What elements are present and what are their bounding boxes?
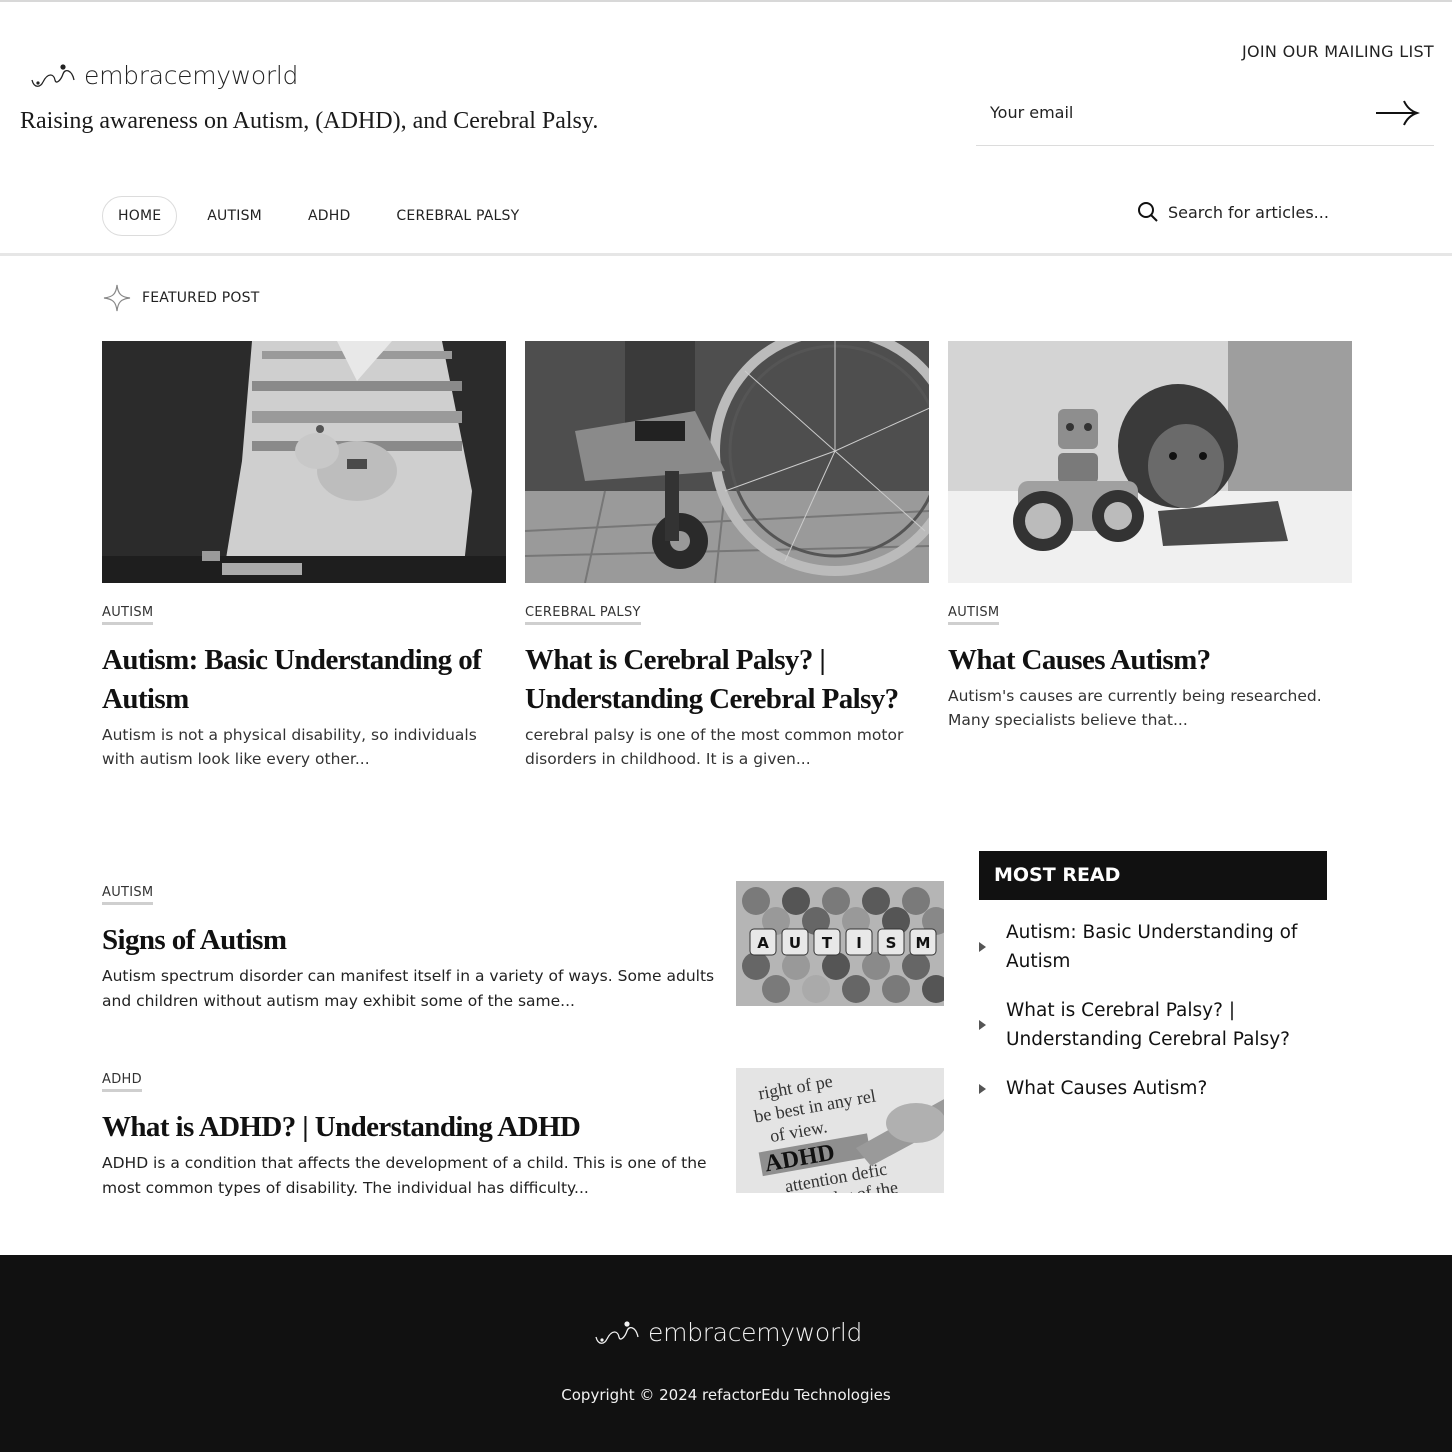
most-read-title: MOST READ	[979, 851, 1327, 900]
triangle-bullet-icon	[979, 1083, 986, 1094]
card-title[interactable]: Autism: Basic Understanding of Autism	[102, 641, 506, 719]
card-category[interactable]: CEREBRAL PALSY	[525, 605, 641, 625]
letter-tile-text: U	[789, 934, 801, 952]
nav-item-cerebral-palsy[interactable]: CEREBRAL PALSY	[380, 196, 535, 236]
card-excerpt: Autism's causes are currently being rese…	[948, 687, 1322, 729]
featured-label-text: FEATURED POST	[142, 290, 260, 306]
letter-tile-text: I	[856, 934, 862, 952]
copyright-text: Copyright © 2024 refactorEdu Technologie…	[561, 1386, 891, 1404]
logo-mark-icon	[31, 64, 75, 87]
nav-divider	[0, 253, 1452, 256]
site-footer: embracemyworld Copyright © 2024 refactor…	[0, 1255, 1452, 1452]
card-excerpt: Autism is not a physical disability, so …	[102, 726, 477, 768]
card-image-child-blocks[interactable]	[102, 341, 506, 583]
logo-mark-icon	[595, 1321, 639, 1344]
nav-item-home[interactable]: HOME	[102, 196, 178, 236]
mailing-list-title: JOIN OUR MAILING LIST	[1241, 42, 1434, 61]
most-read-item-label: What is Cerebral Palsy? | Understanding …	[1006, 1000, 1290, 1050]
article-title[interactable]: What is ADHD? | Understanding ADHD	[102, 1108, 717, 1147]
card-image-wheelchair[interactable]	[525, 341, 929, 583]
letter-tile-text: T	[822, 934, 833, 952]
footer-logo[interactable]: embracemyworld	[592, 1315, 862, 1349]
sparkle-icon	[103, 284, 131, 312]
card-category[interactable]: AUTISM	[948, 605, 1000, 625]
logo-text: embracemyworld	[84, 60, 299, 90]
article-category[interactable]: ADHD	[102, 1072, 142, 1092]
card-image-girl-robot[interactable]	[948, 341, 1352, 583]
most-read-item[interactable]: Autism: Basic Understanding of Autism	[979, 918, 1327, 976]
site-logo[interactable]: embracemyworld	[28, 58, 298, 92]
nav-item-autism[interactable]: AUTISM	[191, 196, 278, 236]
main-nav: HOME AUTISM ADHD CEREBRAL PALSY	[102, 196, 549, 236]
arrow-right-icon	[1376, 100, 1421, 126]
article-excerpt: ADHD is a condition that affects the dev…	[102, 1154, 707, 1197]
email-input[interactable]	[990, 96, 1350, 128]
subscribe-button[interactable]	[1374, 98, 1421, 128]
featured-card: CEREBRAL PALSY What is Cerebral Palsy? |…	[525, 341, 929, 771]
letter-tile-text: M	[916, 934, 931, 952]
letter-tile-text: A	[757, 934, 769, 952]
featured-label: FEATURED POST	[102, 283, 260, 313]
article-image-adhd-dictionary[interactable]: right of pe be best in any rel of view. …	[736, 1068, 944, 1193]
article-excerpt: Autism spectrum disorder can manifest it…	[102, 967, 715, 1010]
card-title[interactable]: What Causes Autism?	[948, 641, 1352, 680]
card-category[interactable]: AUTISM	[102, 605, 154, 625]
most-read-item[interactable]: What is Cerebral Palsy? | Understanding …	[979, 996, 1327, 1054]
card-title[interactable]: What is Cerebral Palsy? | Understanding …	[525, 641, 929, 719]
top-border	[0, 0, 1452, 2]
article-title[interactable]: Signs of Autism	[102, 921, 717, 960]
card-excerpt: cerebral palsy is one of the most common…	[525, 726, 904, 768]
triangle-bullet-icon	[979, 1020, 986, 1030]
mailing-form	[976, 84, 1434, 146]
featured-card: AUTISM Autism: Basic Understanding of Au…	[102, 341, 506, 771]
article-list-item: ADHD What is ADHD? | Understanding ADHD …	[102, 1068, 944, 1200]
footer-logo-text: embracemyworld	[648, 1317, 863, 1347]
search-icon[interactable]	[1136, 200, 1160, 224]
most-read-item[interactable]: What Causes Autism?	[979, 1074, 1327, 1103]
most-read-item-label: Autism: Basic Understanding of Autism	[1006, 922, 1298, 972]
letter-tile-text: S	[886, 934, 897, 952]
site-tagline: Raising awareness on Autism, (ADHD), and…	[20, 108, 599, 134]
search-input[interactable]	[1168, 202, 1368, 222]
triangle-bullet-icon	[979, 942, 986, 952]
article-list-item: AUTISM Signs of Autism Autism spectrum d…	[102, 881, 944, 1013]
most-read-item-label: What Causes Autism?	[1006, 1078, 1208, 1099]
article-category[interactable]: AUTISM	[102, 885, 154, 905]
most-read-list: Autism: Basic Understanding of Autism Wh…	[979, 918, 1327, 1123]
article-image-autism-tiles[interactable]: AUTISM	[736, 881, 944, 1006]
nav-item-adhd[interactable]: ADHD	[292, 196, 366, 236]
search-box	[1136, 200, 1368, 224]
featured-card: AUTISM What Causes Autism? Autism's caus…	[948, 341, 1352, 732]
